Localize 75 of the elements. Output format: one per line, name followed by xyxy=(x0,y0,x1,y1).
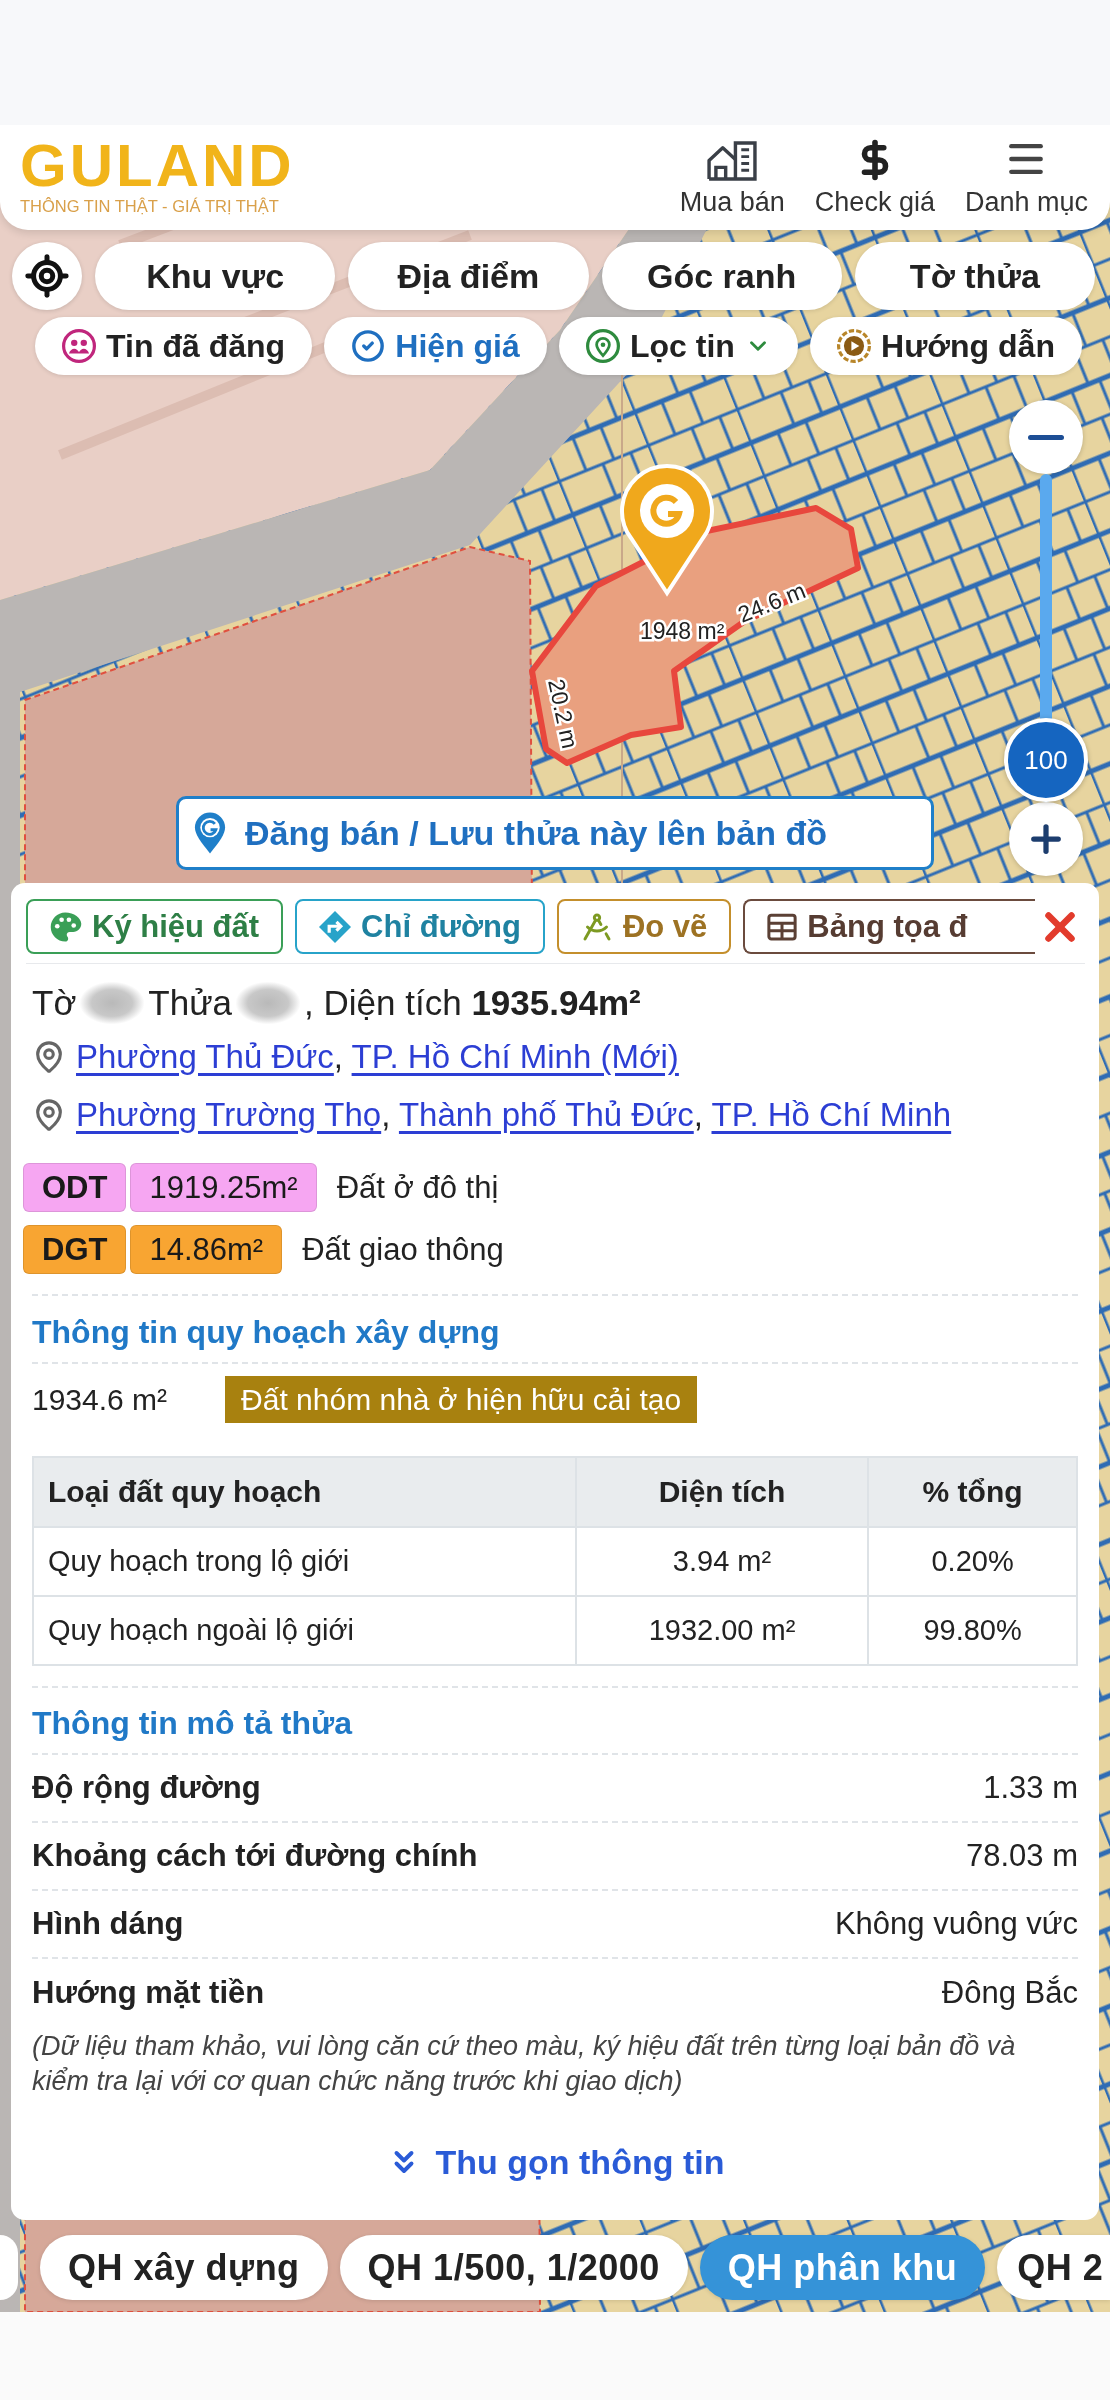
field-value: Đông Bắc xyxy=(941,1975,1078,2011)
filter-chip[interactable]: Tin đã đăng xyxy=(35,317,313,375)
layer-chip[interactable]: QH 1/500, 1/2000 xyxy=(339,2235,688,2300)
land-code-tag: ODT xyxy=(23,1163,127,1212)
area-text: , Diện tích 1935.94m² xyxy=(304,983,641,1023)
column-header: Diện tích xyxy=(575,1457,869,1527)
house-building-icon xyxy=(706,140,758,181)
palette-icon xyxy=(50,910,82,943)
column-header: Loại đất quy hoạch xyxy=(33,1457,576,1527)
minus-icon xyxy=(1028,434,1064,440)
nav-button[interactable]: Danh mục xyxy=(964,137,1088,218)
land-use-name: Đất ở đô thị xyxy=(336,1169,499,1206)
table-icon xyxy=(767,911,798,942)
field-label: Độ rộng đường xyxy=(32,1770,261,1806)
tool-tab[interactable]: Chỉ đường xyxy=(295,899,545,954)
address-link[interactable]: Phường Trường Thọ xyxy=(76,1096,382,1133)
pin-logo-icon xyxy=(193,812,227,854)
edge-length-label: 20.2 m xyxy=(543,676,584,751)
edge-length-label: 24.6 m xyxy=(734,577,810,628)
crosshair-icon xyxy=(24,253,70,299)
collapse-button[interactable]: Thu gọn thông tin xyxy=(385,2137,725,2187)
field-label: Hướng mặt tiền xyxy=(32,1975,265,2011)
filter-chip[interactable]: Hướng dẫn xyxy=(809,317,1083,375)
column-header: % tổng xyxy=(868,1457,1077,1527)
search-mode-chip[interactable]: Địa điểm xyxy=(348,242,589,310)
table-cell: 3.94 m² xyxy=(575,1527,869,1596)
field-label: Hình dáng xyxy=(32,1906,184,1942)
search-mode-chip[interactable]: Góc ranh xyxy=(601,242,842,310)
planning-area: 1934.6 m² xyxy=(32,1382,168,1417)
field-value: Không vuông vức xyxy=(834,1906,1078,1942)
table-cell: 1932.00 m² xyxy=(575,1596,869,1665)
address-line: Phường Trường Thọ, Thành phố Thủ Đức, TP. Hồ Chí Minh xyxy=(76,1096,952,1134)
land-area-tag: 14.86m² xyxy=(130,1225,283,1274)
zoning-tag: Đất nhóm nhà ở hiện hữu cải tạo xyxy=(225,1376,698,1423)
post-listing-button[interactable]: Đăng bán / Lưu thửa này lên bản đồ xyxy=(176,796,934,870)
face-circle-icon xyxy=(62,329,97,363)
layer-chip[interactable]: QH xây dựng xyxy=(40,2235,328,2300)
land-code-tag: DGT xyxy=(23,1225,127,1274)
sheet-label: Tờ xyxy=(32,983,77,1023)
tool-tab[interactable]: Ký hiệu đất xyxy=(26,899,284,954)
tool-tab[interactable]: Bảng tọa đ xyxy=(743,899,1035,954)
search-mode-chip[interactable]: Tờ thửa xyxy=(854,242,1095,310)
search-mode-chip[interactable]: Khu vực xyxy=(95,242,336,310)
table-cell: Quy hoạch trong lộ giới xyxy=(33,1527,576,1596)
brand-logo: GULAND xyxy=(20,139,295,192)
address-line: Phường Thủ Đức, TP. Hồ Chí Minh (Mới) xyxy=(76,1038,679,1076)
table-cell: Quy hoạch ngoài lộ giới xyxy=(33,1596,576,1665)
disclaimer-note: (Dữ liệu tham khảo, vui lòng căn cứ theo màu, ký hiệu đất trên từng loại bản đồ và kiểm tra lại với cơ quan chức năng trước khi giao dịch) xyxy=(32,2030,1017,2098)
table-cell: 99.80% xyxy=(868,1596,1077,1665)
turn-arrow-diamond-icon xyxy=(319,910,352,943)
play-circle-icon xyxy=(837,329,871,363)
zoom-slider[interactable]: 100 xyxy=(1004,474,1088,802)
land-use-name: Đất giao thông xyxy=(302,1231,504,1268)
check-circle-icon xyxy=(351,329,386,363)
pin-circle-icon xyxy=(585,329,620,363)
parcel-area-label: 1948 m² xyxy=(640,618,725,644)
address-link[interactable]: TP. Hồ Chí Minh xyxy=(711,1096,952,1133)
table-cell: 0.20% xyxy=(868,1527,1077,1596)
filter-chip[interactable]: Lọc tin xyxy=(558,317,798,375)
brand-tagline: THÔNG TIN THẬT - GIÁ TRỊ THẬT xyxy=(20,195,280,216)
nav-button[interactable]: Check giá xyxy=(814,139,935,218)
address-link[interactable]: TP. Hồ Chí Minh (Mới) xyxy=(351,1038,679,1075)
section-heading: Thông tin mô tả thửa xyxy=(32,1704,354,1743)
tool-tab[interactable]: Đo vẽ xyxy=(556,899,732,954)
land-area-tag: 1919.25m² xyxy=(130,1163,317,1212)
address-link[interactable]: Phường Thủ Đức xyxy=(76,1038,334,1075)
address-link[interactable]: Thành phố Thủ Đức xyxy=(398,1096,694,1133)
field-value: 78.03 m xyxy=(966,1838,1078,1874)
plot-label: Thửa xyxy=(148,983,233,1023)
field-label: Khoảng cách tới đường chính xyxy=(32,1838,478,1874)
section-heading: Thông tin quy hoạch xây dựng xyxy=(32,1313,501,1352)
nav-button[interactable]: Mua bán xyxy=(679,140,785,218)
field-value: 1.33 m xyxy=(983,1770,1078,1806)
layer-chip[interactable]: QH 2 xyxy=(997,2235,1110,2300)
filter-chip[interactable]: Hiện giá xyxy=(324,317,547,375)
